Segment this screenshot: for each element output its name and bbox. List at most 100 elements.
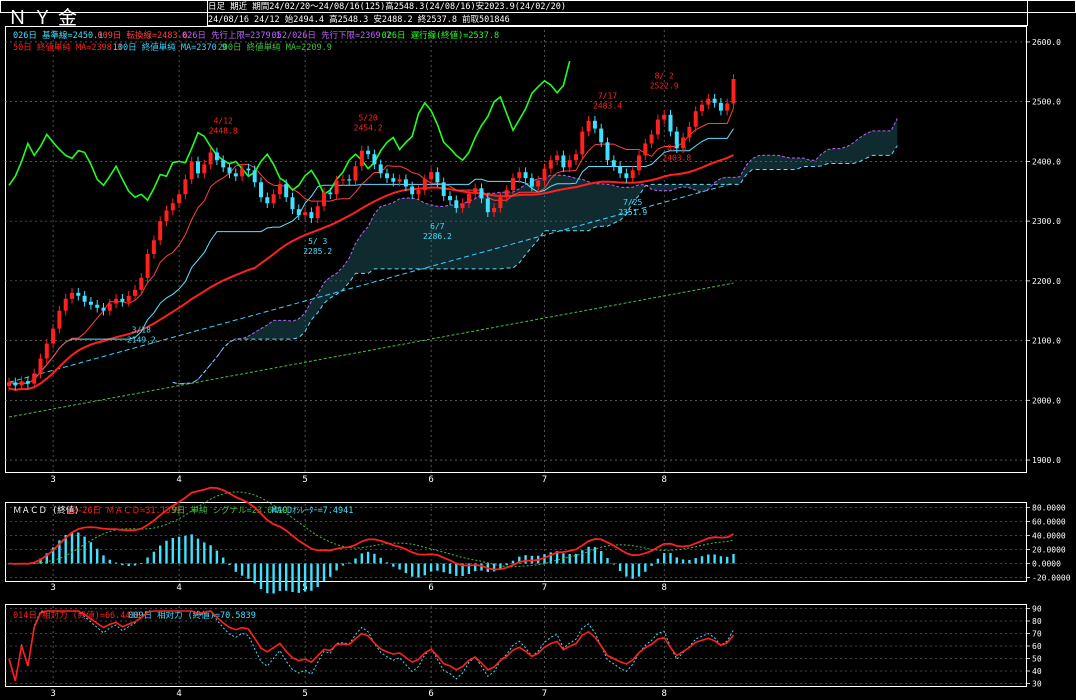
macd-histogram-bar (511, 560, 515, 564)
candle-body (706, 98, 711, 105)
macd-histogram-bar (354, 558, 357, 564)
rsi-tick-label: 60 (1032, 642, 1042, 651)
candle-body (567, 160, 572, 168)
price-annotation-date: 7/17 (598, 91, 617, 100)
macd-histogram-bar (341, 563, 345, 566)
date-tick-label: 5 (302, 475, 307, 485)
indicator-legend: 026日 基準線=2450.1 (13, 30, 103, 41)
date-tick-label: 7 (542, 689, 547, 699)
candle-body (88, 301, 93, 305)
price-annotation-value: 2454.2 (354, 124, 383, 133)
macd-histogram-bar (240, 563, 244, 576)
candle-body (19, 381, 24, 386)
indicator-legend: 009日 転換線=2483.6 (98, 30, 188, 41)
date-tick-label: 4 (176, 475, 181, 485)
date-tick-label: 3 (50, 475, 55, 485)
candle-body (82, 295, 87, 302)
macd-histogram-bar (196, 538, 200, 564)
candle-body (309, 212, 314, 219)
price-tick-label: 2500.0 (1032, 98, 1061, 107)
macd-histogram-bar (70, 531, 74, 564)
candle-body (403, 179, 408, 187)
candle-body (687, 126, 692, 138)
macd-histogram-bar (253, 563, 256, 584)
macd-histogram-bar (644, 563, 647, 572)
candle-body (548, 160, 553, 169)
date-tick-label: 6 (428, 475, 433, 485)
candle-body (422, 179, 427, 191)
candle-body (95, 304, 100, 308)
macd-histogram-bar (429, 563, 433, 572)
candle-body (126, 295, 131, 302)
price-tick-label: 2000.0 (1032, 396, 1061, 405)
candle-body (284, 184, 289, 198)
indicator-legend: 026日 先行上限=2379.1 (182, 30, 281, 41)
macd-histogram-bar (322, 563, 326, 582)
date-tick-label: 7 (542, 475, 547, 485)
candle-body (378, 164, 383, 174)
macd-histogram-bar (385, 562, 389, 564)
candle-body (359, 150, 364, 167)
price-annotation-value: 2448.8 (209, 127, 238, 136)
date-tick-label: 5 (302, 689, 307, 699)
candle-body (586, 120, 591, 132)
macd-histogram-bar (587, 546, 590, 564)
macd-histogram-bar (373, 553, 376, 564)
date-tick-label: 8 (661, 583, 666, 593)
candle-body (655, 119, 660, 135)
macd-histogram-bar (625, 563, 628, 577)
date-tick-label: 3 (50, 583, 55, 593)
candle-body (158, 221, 163, 241)
macd-histogram-bar (310, 563, 313, 591)
candle-body (177, 194, 182, 204)
macd-histogram-bar (108, 559, 111, 564)
macd-histogram-bar (278, 563, 282, 591)
candle-body (441, 182, 446, 197)
macd-histogram-bar (713, 554, 716, 564)
panel-frame (207, 12, 1028, 26)
macd-histogram-bar (612, 563, 615, 565)
price-annotation-date: 8/ 5 (667, 143, 686, 152)
ichimoku-cloud (172, 118, 898, 384)
candle-body (145, 253, 150, 278)
rsi-tick-label: 50 (1032, 655, 1042, 664)
price-annotation-value: 2522.9 (650, 82, 679, 91)
date-tick-label: 7 (542, 583, 547, 593)
candle-body (504, 190, 509, 198)
macd-histogram-bar (303, 563, 307, 592)
macd-histogram-bar (366, 551, 370, 564)
candle-body (208, 152, 213, 165)
candle-body (517, 172, 522, 179)
macd-histogram-bar (203, 542, 206, 564)
candle-body (63, 298, 68, 311)
date-tick-label: 8 (661, 689, 666, 699)
candle-body (277, 184, 282, 195)
candle-body (523, 172, 528, 179)
macd-histogram-bar (133, 563, 137, 566)
candle-body (712, 98, 717, 103)
candle-body (32, 373, 37, 384)
candle-body (725, 103, 730, 111)
macd-legend: MACDｵｼﾚｰﾀｰ=7.4941 (272, 506, 354, 516)
macd-histogram-bar (688, 559, 691, 564)
candle-body (76, 292, 81, 296)
candle-body (599, 128, 604, 143)
rsi-tick-label: 40 (1032, 667, 1042, 676)
macd-histogram-bar (127, 563, 130, 567)
macd-histogram-bar (266, 563, 269, 594)
candle-body (202, 164, 207, 174)
candle-body (536, 180, 541, 187)
candle-body (668, 114, 673, 132)
date-tick-label: 4 (176, 583, 181, 593)
candle-body (296, 209, 301, 216)
date-tick-label: 6 (428, 689, 433, 699)
macd-histogram-bar (442, 563, 445, 573)
macd-histogram-bar (600, 551, 603, 564)
rsi-tick-label: 80 (1032, 617, 1042, 626)
candle-body (416, 190, 421, 195)
macd-histogram-bar (663, 553, 666, 564)
candle-body (643, 143, 648, 156)
price-tick-label: 2300.0 (1032, 217, 1061, 226)
macd-histogram-bar (114, 562, 118, 564)
candle-body (259, 182, 263, 198)
